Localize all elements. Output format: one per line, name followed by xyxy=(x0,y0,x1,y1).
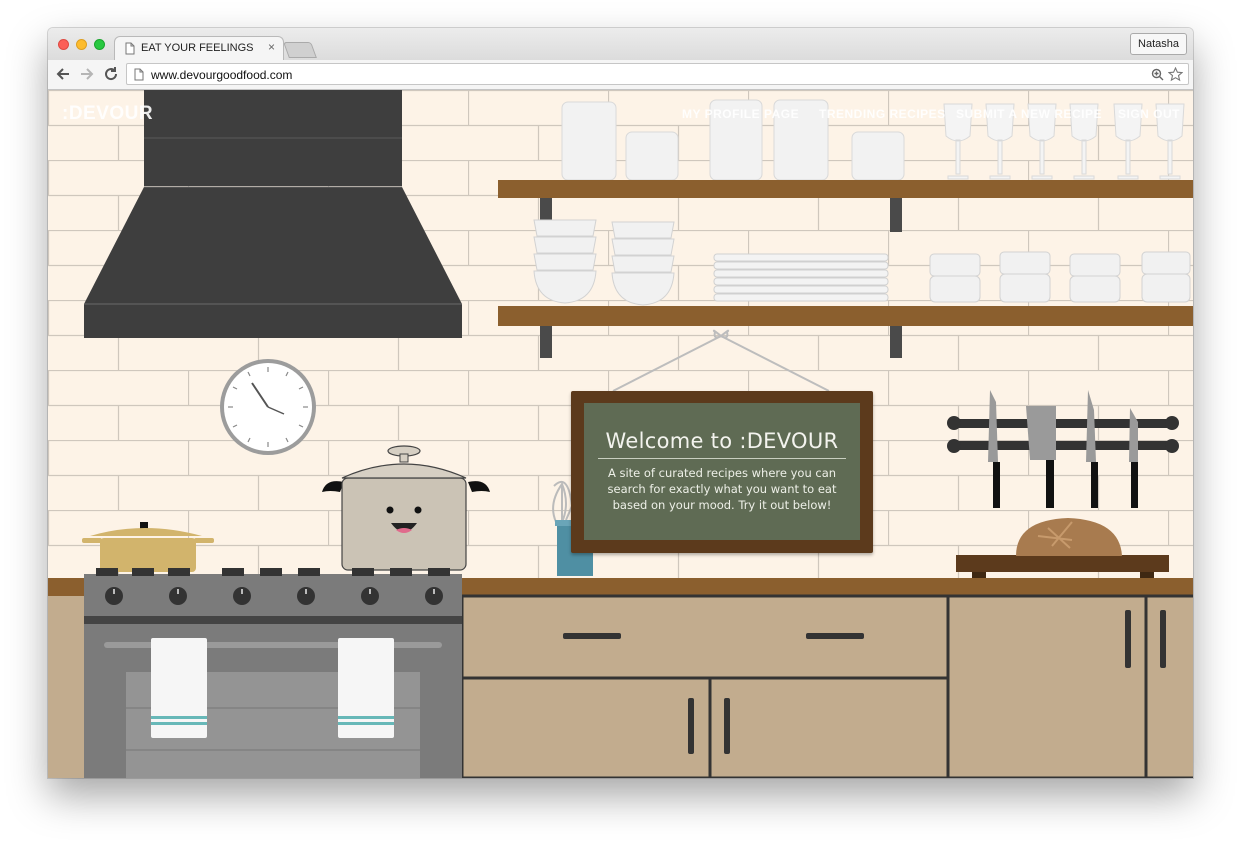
star-icon[interactable] xyxy=(1168,67,1183,82)
new-tab-button[interactable] xyxy=(283,42,317,58)
nav-trending-recipes[interactable]: TRENDING RECIPES xyxy=(819,107,946,121)
browser-window: EAT YOUR FEELINGS × Natasha www.devourgo… xyxy=(48,28,1193,778)
close-window-button[interactable] xyxy=(58,39,69,50)
site-logo[interactable]: :DEVOUR xyxy=(62,103,153,125)
reload-icon[interactable] xyxy=(104,67,118,81)
page-icon xyxy=(125,42,135,55)
cabinets xyxy=(460,594,1193,778)
forward-arrow-icon[interactable] xyxy=(80,67,94,81)
chalk-divider xyxy=(598,458,846,459)
page-icon xyxy=(134,68,144,81)
wall-clock xyxy=(220,359,316,455)
welcome-chalkboard: Welcome to :DEVOUR A site of curated rec… xyxy=(571,391,873,553)
back-arrow-icon[interactable] xyxy=(56,67,70,81)
address-bar[interactable]: www.devourgoodfood.com xyxy=(126,63,1189,85)
url-text[interactable]: www.devourgoodfood.com xyxy=(151,68,292,82)
plate-stack xyxy=(713,253,889,302)
nav-submit-recipe[interactable]: SUBMIT A NEW RECIPE xyxy=(956,107,1102,121)
left-counter-cabinet xyxy=(48,590,84,778)
page-viewport: :DEVOUR MY PROFILE PAGE TRENDING RECIPES… xyxy=(48,90,1193,778)
tab-title: EAT YOUR FEELINGS xyxy=(141,42,254,54)
browser-toolbar: www.devourgoodfood.com xyxy=(48,60,1193,90)
profile-user-button[interactable]: Natasha xyxy=(1130,33,1187,55)
browser-tab[interactable]: EAT YOUR FEELINGS × xyxy=(114,36,284,60)
minimize-window-button[interactable] xyxy=(76,39,87,50)
welcome-text: A site of curated recipes where you can … xyxy=(607,466,837,512)
maximize-window-button[interactable] xyxy=(94,39,105,50)
tab-close-icon[interactable]: × xyxy=(268,40,275,54)
zoom-icon[interactable] xyxy=(1151,68,1164,81)
title-bar: EAT YOUR FEELINGS × Natasha xyxy=(48,28,1193,60)
welcome-title: Welcome to :DEVOUR xyxy=(605,429,839,453)
nav-my-profile[interactable]: MY PROFILE PAGE xyxy=(682,107,799,121)
stove xyxy=(84,568,462,778)
chalkboard-face: Welcome to :DEVOUR A site of curated rec… xyxy=(584,403,860,540)
nav-sign-out[interactable]: SIGN OUT xyxy=(1118,107,1180,121)
